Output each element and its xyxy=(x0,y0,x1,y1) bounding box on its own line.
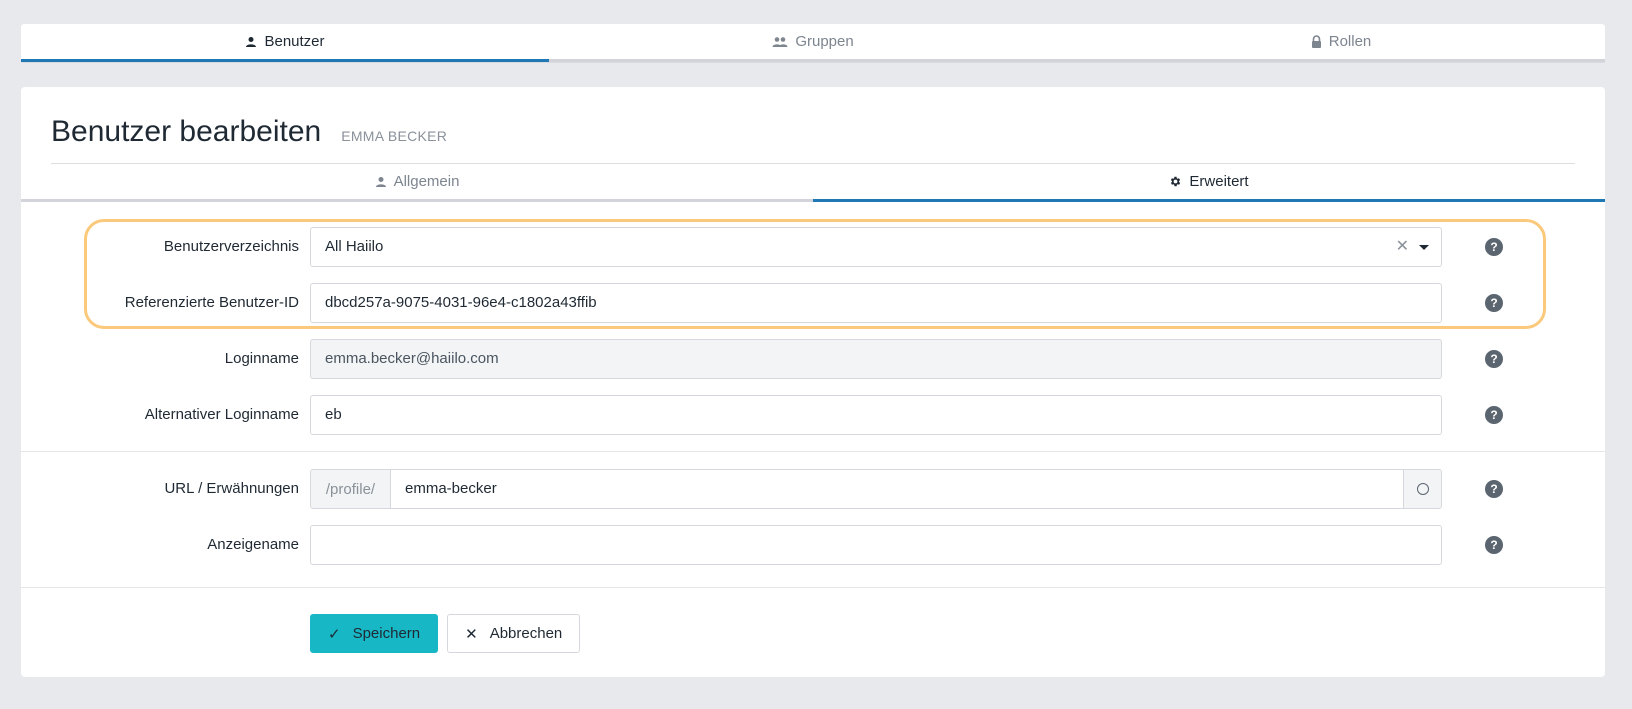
user-directory-select[interactable]: All Haiilo ✕ xyxy=(310,227,1442,267)
help-icon[interactable]: ? xyxy=(1485,406,1503,424)
close-icon: ✕ xyxy=(465,625,478,643)
row-referenced-user-id: Referenzierte Benutzer-ID dbcd257a-9075-… xyxy=(21,283,1605,323)
page-title: Benutzer bearbeiten xyxy=(51,115,322,148)
user-icon xyxy=(245,36,257,48)
tab-label: Benutzer xyxy=(264,33,325,50)
caret-down-icon[interactable] xyxy=(1419,244,1429,250)
display-name-input[interactable] xyxy=(310,525,1442,565)
tab-label: Erweitert xyxy=(1189,173,1249,190)
url-label: URL / Erwähnungen xyxy=(164,480,299,497)
save-button-label: Speichern xyxy=(352,625,421,642)
users-icon xyxy=(772,36,788,48)
edit-user-card: Benutzer bearbeiten EMMA BECKER Allgemei… xyxy=(21,87,1605,677)
select-controls: ✕ xyxy=(1396,228,1429,266)
help-icon[interactable]: ? xyxy=(1485,350,1503,368)
help-icon[interactable]: ? xyxy=(1485,480,1503,498)
save-button[interactable]: ✓ Speichern xyxy=(310,614,439,653)
referenced-user-id-label: Referenzierte Benutzer-ID xyxy=(124,294,299,311)
login-name-input[interactable]: emma.becker@haiilo.com xyxy=(310,339,1442,379)
tab-benutzer[interactable]: Benutzer xyxy=(21,24,549,62)
cancel-button-label: Abbrechen xyxy=(489,625,563,642)
user-directory-value: All Haiilo xyxy=(325,238,384,255)
top-tab-bar: Benutzer Gruppen Rollen xyxy=(21,24,1605,62)
tab-erweitert[interactable]: Erweitert xyxy=(813,164,1605,202)
title-row: Benutzer bearbeiten EMMA BECKER xyxy=(51,115,447,149)
tab-label: Allgemein xyxy=(393,173,460,190)
tab-gruppen[interactable]: Gruppen xyxy=(549,24,1077,62)
row-user-directory: Benutzerverzeichnis All Haiilo ✕ ? xyxy=(21,227,1605,267)
circle-icon xyxy=(1416,483,1429,495)
inner-tab-bar: Allgemein Erweitert xyxy=(21,164,1605,202)
tab-label: Rollen xyxy=(1328,33,1372,50)
tab-allgemein[interactable]: Allgemein xyxy=(21,164,813,202)
referenced-user-id-input[interactable]: dbcd257a-9075-4031-96e4-c1802a43ffib xyxy=(310,283,1442,323)
help-icon[interactable]: ? xyxy=(1485,238,1503,256)
tab-rollen[interactable]: Rollen xyxy=(1077,24,1605,62)
gear-icon xyxy=(1169,175,1182,188)
clear-icon[interactable]: ✕ xyxy=(1396,228,1409,266)
alt-login-name-label: Alternativer Loginname xyxy=(144,406,299,423)
lock-icon xyxy=(1311,35,1322,48)
help-icon[interactable]: ? xyxy=(1485,294,1503,312)
cancel-button[interactable]: ✕ Abbrechen xyxy=(447,614,581,653)
alt-login-name-input[interactable]: eb xyxy=(310,395,1442,435)
help-icon[interactable]: ? xyxy=(1485,536,1503,554)
user-directory-label: Benutzerverzeichnis xyxy=(163,238,299,255)
login-name-label: Loginname xyxy=(224,350,299,367)
page-subtitle: EMMA BECKER xyxy=(341,128,448,144)
url-prefix: /profile/ xyxy=(311,470,391,508)
row-url: URL / Erwähnungen /profile/ emma-becker … xyxy=(21,469,1605,509)
check-icon: ✓ xyxy=(328,625,341,643)
display-name-label: Anzeigename xyxy=(207,536,299,553)
row-display-name: Anzeigename ? xyxy=(21,525,1605,565)
form-actions: ✓ Speichern ✕ Abbrechen xyxy=(310,614,581,653)
url-input[interactable]: emma-becker xyxy=(391,470,1403,508)
row-alt-login-name: Alternativer Loginname eb ? xyxy=(21,395,1605,435)
url-input-group: /profile/ emma-becker xyxy=(310,469,1442,509)
tab-label: Gruppen xyxy=(795,33,854,50)
url-status-addon xyxy=(1403,470,1441,508)
section-divider xyxy=(21,587,1605,588)
user-icon xyxy=(375,176,387,188)
row-login-name: Loginname emma.becker@haiilo.com ? xyxy=(21,339,1605,379)
section-divider xyxy=(21,451,1605,452)
